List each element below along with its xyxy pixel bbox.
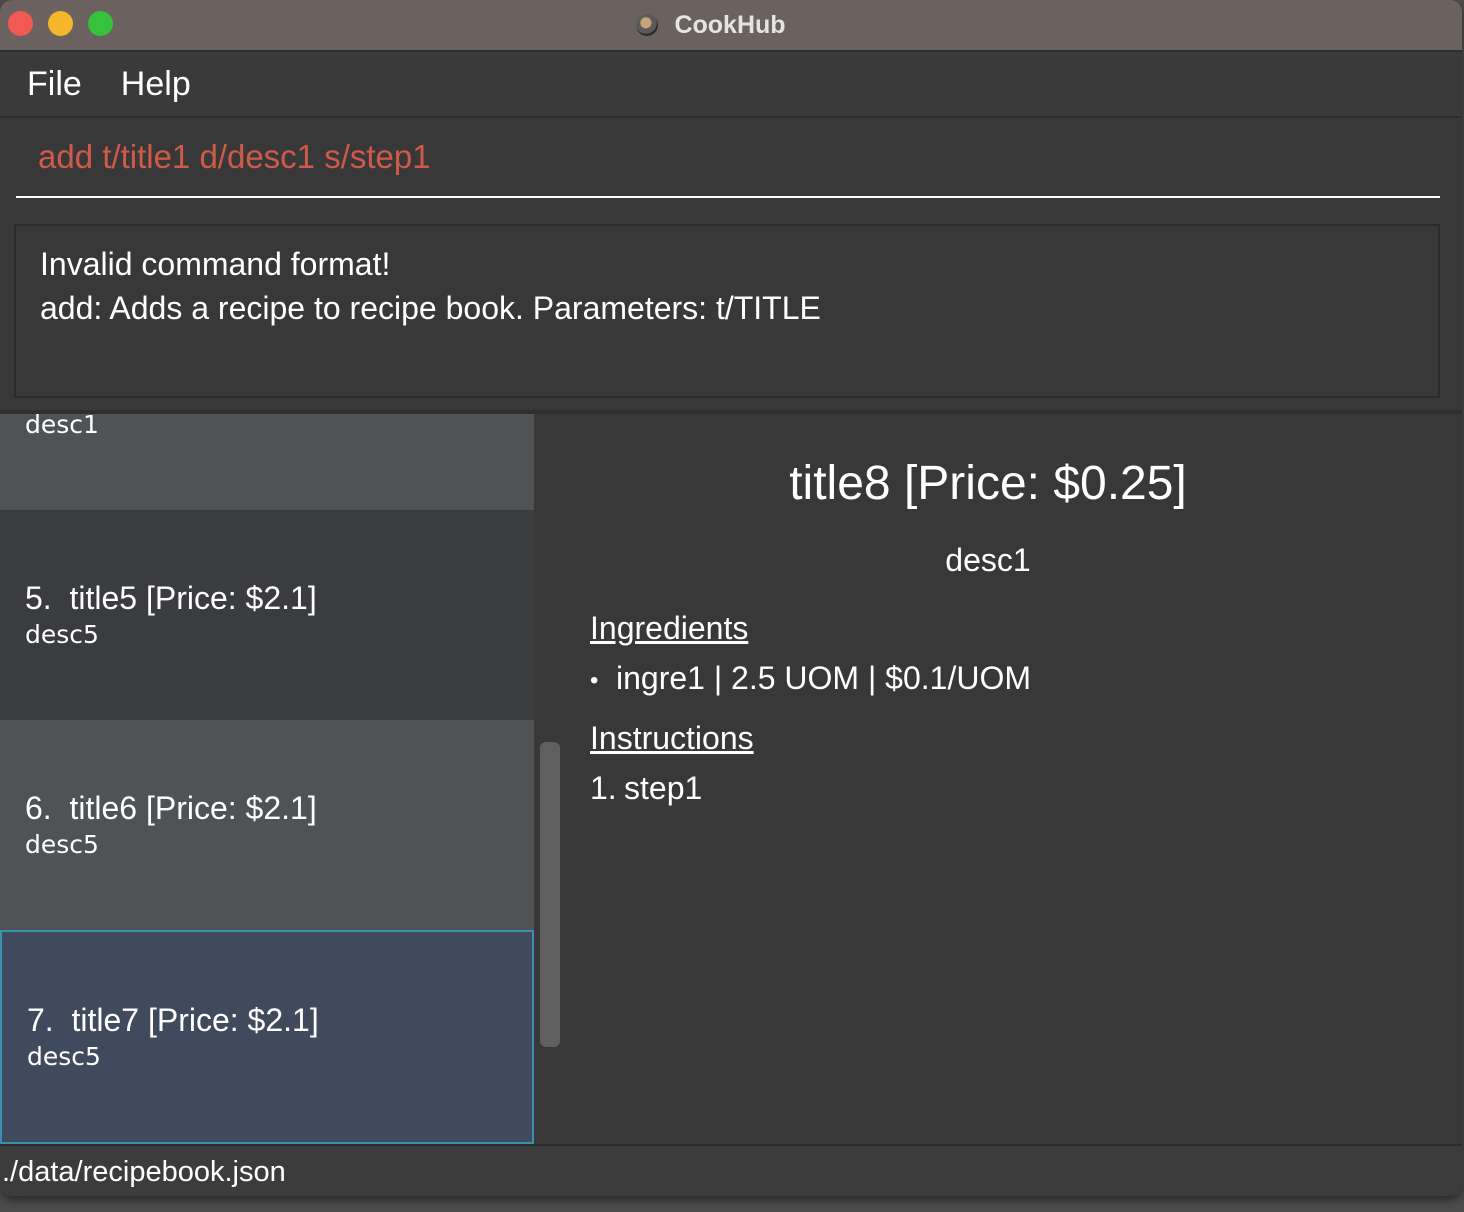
instructions-heading: Instructions — [590, 720, 754, 756]
ingredient-item: • ingre1 | 2.5 UOM | $0.1/UOM — [590, 660, 1031, 696]
result-line: add: Adds a recipe to recipe book. Param… — [40, 290, 821, 326]
save-file-path: ./data/recipebook.json — [2, 1155, 286, 1188]
ingredients-heading: Ingredients — [590, 610, 749, 646]
recipe-desc: desc5 — [25, 830, 99, 859]
detail-title: title8 [Price: $0.25] — [789, 457, 1187, 510]
result-line: Invalid command format! — [40, 246, 391, 282]
list-scrollbar[interactable] — [534, 414, 564, 1144]
recipe-list[interactable]: desc1 5. title5 [Price: $2.1] desc5 6. t… — [0, 414, 534, 1144]
title-bar: CookHub — [0, 0, 1462, 52]
recipe-desc: desc5 — [25, 620, 99, 649]
step-number: 1. — [590, 770, 617, 806]
recipe-title: 6. title6 [Price: $2.1] — [25, 790, 317, 826]
app-window: CookHub File Help Invalid command format… — [0, 0, 1462, 1196]
window-title: CookHub — [674, 10, 786, 39]
recipe-title: 7. title7 [Price: $2.1] — [27, 1002, 319, 1038]
recipe-card[interactable]: 6. title6 [Price: $2.1] desc5 — [0, 720, 534, 930]
menu-file[interactable]: File — [27, 65, 82, 104]
detail-description: desc1 — [945, 542, 1031, 578]
menu-help[interactable]: Help — [121, 65, 191, 104]
recipe-detail-panel: title8 [Price: $0.25] desc1 Ingredients … — [564, 414, 1462, 1144]
status-bar: ./data/recipebook.json — [0, 1144, 1462, 1196]
recipe-title: 5. title5 [Price: $2.1] — [25, 580, 317, 616]
recipe-card[interactable]: desc1 — [0, 414, 534, 510]
step-text: step1 — [624, 770, 703, 806]
scrollbar-thumb[interactable] — [540, 742, 560, 1047]
recipe-card-selected[interactable]: 7. title7 [Price: $2.1] desc5 — [0, 930, 534, 1144]
result-text-box: Invalid command format! add: Adds a reci… — [14, 224, 1440, 398]
result-display: Invalid command format! add: Adds a reci… — [0, 214, 1462, 410]
recipe-desc: desc5 — [27, 1042, 101, 1071]
instruction-step: 1. step1 — [590, 770, 702, 807]
command-input[interactable] — [16, 118, 1440, 198]
command-box — [0, 118, 1462, 212]
app-logo-icon — [636, 14, 659, 36]
recipe-card[interactable]: 5. title5 [Price: $2.1] desc5 — [0, 510, 534, 720]
recipe-desc: desc1 — [25, 414, 99, 439]
bullet-icon: • — [590, 666, 599, 694]
menu-bar: File Help — [0, 52, 1462, 118]
